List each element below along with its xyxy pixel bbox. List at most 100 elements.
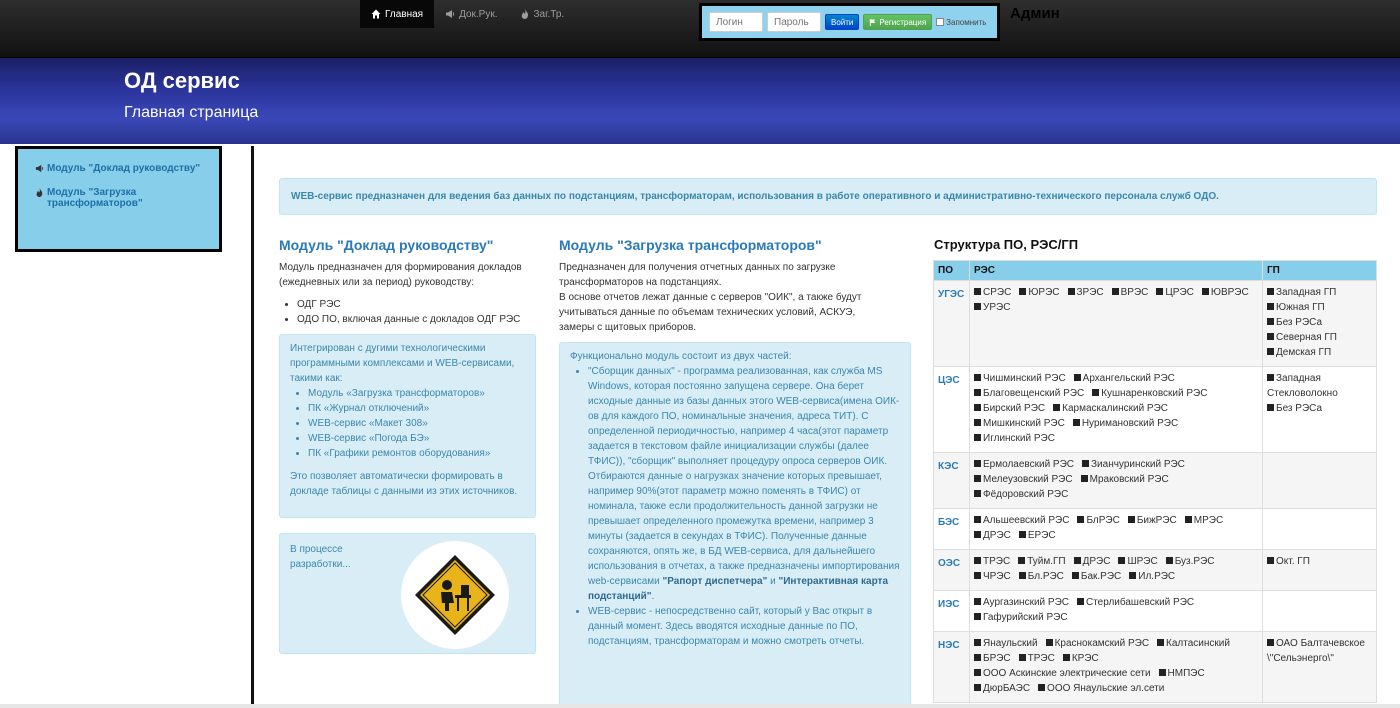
res-item: УРЭС — [974, 300, 1010, 315]
res-item: ЗРЭС — [1068, 285, 1104, 300]
res-item: Кармаскалинский РЭС — [1053, 401, 1168, 416]
sidebar-item-doklad-label: Модуль "Доклад руководству" — [47, 163, 201, 174]
register-button[interactable]: Регистрация — [863, 14, 933, 30]
col2-heading[interactable]: Модуль "Загрузка трансформаторов" — [559, 237, 822, 253]
gp-cell — [1262, 452, 1377, 509]
nav-zag-tr-label: Заг.Тр. — [533, 8, 565, 20]
res-item: БлРЭС — [1077, 513, 1119, 528]
top-navbar: Главная Док.Рук. Заг.Тр. Войти Регистрац… — [0, 0, 1400, 58]
nav-doc-ruk[interactable]: Док.Рук. — [434, 0, 508, 28]
res-cell: Ермолаевский РЭС Зианчуринский РЭС Мелеузо… — [969, 452, 1263, 509]
intro-alert: WEB-сервис предназначен для ведения баз … — [279, 178, 1377, 215]
gp-cell: Западная ГП Южная ГП Без РЭСа Северная ГП Де… — [1262, 280, 1377, 367]
gp-cell — [1262, 508, 1377, 550]
nav-zag-tr[interactable]: Заг.Тр. — [509, 0, 576, 28]
res-item: ООО Янаульские эл.сети — [1038, 681, 1164, 696]
well-text: Интегрирован с дугими технологическими п… — [290, 343, 515, 384]
res-item: Мраковский РЭС — [1081, 472, 1169, 487]
res-item: Аургазинский РЭС — [974, 595, 1069, 610]
res-item: ЮВРЭС — [1202, 285, 1249, 300]
po-cell[interactable]: ЦЭС — [933, 366, 970, 453]
col1-heading[interactable]: Модуль "Доклад руководству" — [279, 237, 493, 253]
table-header-row: ПО РЭС ГП — [933, 260, 1377, 281]
gp-item: Без РЭСа — [1267, 401, 1372, 416]
res-item: ООО Аскинские электрические сети — [974, 666, 1151, 681]
res-item: Ермолаевский РЭС — [974, 457, 1074, 472]
nav-doc-ruk-label: Док.Рук. — [459, 8, 498, 20]
horizontal-scrollbar[interactable] — [0, 704, 1400, 708]
res-cell: Чишминский РЭС Архангельский РЭСБлаговеще… — [969, 366, 1263, 453]
res-item: Мелеузовский РЭС — [974, 472, 1073, 487]
po-cell[interactable]: УГЭС — [933, 280, 970, 367]
po-cell[interactable]: КЭС — [933, 452, 970, 509]
col1-integration-well: Интегрирован с дугими технологическими п… — [279, 334, 536, 518]
password-input[interactable] — [767, 12, 821, 32]
under-construction-sign — [401, 541, 509, 649]
remember-checkbox[interactable] — [936, 18, 945, 26]
login-form: Войти Регистрация Запомнить — [699, 3, 1000, 41]
res-item: БРЭС — [974, 651, 1011, 666]
remember-me[interactable]: Запомнить — [936, 18, 986, 27]
site-title: ОД сервис — [124, 68, 240, 93]
res-item: ДРЭС — [974, 528, 1011, 543]
gp-item: Западная ГП — [1267, 285, 1372, 300]
well-bullets: Модуль «Загрузка трансформаторов» ПК «Жу… — [290, 386, 525, 461]
po-cell[interactable]: ОЭС — [933, 549, 970, 591]
res-item: Гафурийский РЭС — [974, 610, 1068, 625]
res-item: ВРЭС — [1112, 285, 1149, 300]
res-item: ТРЭС — [974, 554, 1010, 569]
worker-sign-icon — [415, 555, 495, 635]
res-item: Благовещенский РЭС — [974, 386, 1084, 401]
strong-raport: "Рапорт диспетчера" — [662, 576, 768, 587]
po-cell[interactable]: ИЭС — [933, 590, 970, 632]
res-cell: ТРЭС Туйм.ГП ДРЭС ШРЭС Буз.РЭС ЧРЭС Бл.РЭС Бак.… — [969, 549, 1263, 591]
page-header: ОД сервис Главная страница — [0, 58, 1400, 144]
col-header-gp: ГП — [1262, 260, 1377, 281]
table-row: ОЭС ТРЭС Туйм.ГП ДРЭС ШРЭС Буз.РЭС ЧРЭС Бл.РЭС Б… — [933, 549, 1377, 591]
res-item: Кушнаренковский РЭС — [1092, 386, 1207, 401]
gp-item: Западная Стекловолокно — [1267, 371, 1372, 401]
res-item: ЕРЭС — [1019, 528, 1056, 543]
gp-cell — [1262, 590, 1377, 632]
sidebar-item-zagruzka-label: Модуль "Загрузка трансформаторов" — [47, 187, 143, 209]
content-divider — [251, 146, 254, 708]
gp-cell: Окт. ГП — [1262, 549, 1377, 591]
gp-item: Без РЭСа — [1267, 315, 1372, 330]
res-item: Туйм.ГП — [1018, 554, 1065, 569]
remember-label: Запомнить — [946, 17, 987, 27]
list-item: WEB-сервис «Погода БЭ» — [308, 431, 525, 446]
res-item: Калтасинский — [1157, 636, 1230, 651]
gp-cell: ОАО Балтачевское \"Сельэнерго\" — [1262, 631, 1377, 703]
po-cell[interactable]: БЭС — [933, 508, 970, 550]
list-item: "Сборщик данных" - программа реализованн… — [588, 364, 900, 604]
po-cell[interactable]: НЭС — [933, 631, 970, 703]
res-item: Буз.РЭС — [1166, 554, 1215, 569]
sidebar-item-zagruzka[interactable]: Модуль "Загрузка трансформаторов" — [35, 187, 219, 209]
res-cell: Аургазинский РЭС Стерлибашевский РЭС Гафур… — [969, 590, 1263, 632]
structure-title: Структура ПО, РЭС/ГП — [934, 237, 1079, 252]
well-footer: Это позволяет автоматически формировать … — [290, 471, 518, 497]
table-row: НЭС Янаульский Краснокамский РЭС Калтасинск… — [933, 631, 1377, 703]
nav-links: Главная Док.Рук. Заг.Тр. — [360, 0, 575, 28]
res-item: Чишминский РЭС — [974, 371, 1066, 386]
list-item: WEB-сервис - непосредственно сайт, котор… — [588, 604, 900, 649]
login-input[interactable] — [709, 12, 763, 32]
user-name: Админ — [1010, 5, 1060, 22]
structure-table-body: УГЭС СРЭС ЮРЭС ЗРЭС ВРЭС ЦРЭС ЮВРЭС УРЭС Западна… — [933, 280, 1377, 703]
res-item: ЧРЭС — [974, 569, 1011, 584]
sidebar-item-doklad[interactable]: Модуль "Доклад руководству" — [35, 163, 219, 174]
res-item: Архангельский РЭС — [1074, 371, 1175, 386]
list-item: ОДГ РЭС — [297, 297, 534, 312]
col2-text2: В основе отчетов лежат данные с серверов… — [559, 292, 862, 333]
res-item: ДюрБАЭС — [974, 681, 1030, 696]
list-item: ПК «Журнал отключений» — [308, 401, 525, 416]
gp-item: Окт. ГП — [1267, 554, 1372, 569]
nav-home[interactable]: Главная — [360, 0, 435, 28]
res-cell: СРЭС ЮРЭС ЗРЭС ВРЭС ЦРЭС ЮВРЭС УРЭС — [969, 280, 1263, 367]
list-item: WEB-сервис «Макет 308» — [308, 416, 525, 431]
col1-text: Модуль предназначен для формирования док… — [279, 262, 522, 288]
login-button[interactable]: Войти — [825, 14, 860, 30]
res-cell: Янаульский Краснокамский РЭС Калтасинский Б… — [969, 631, 1263, 703]
gp-item: Южная ГП — [1267, 300, 1372, 315]
res-item: ЦРЭС — [1156, 285, 1193, 300]
